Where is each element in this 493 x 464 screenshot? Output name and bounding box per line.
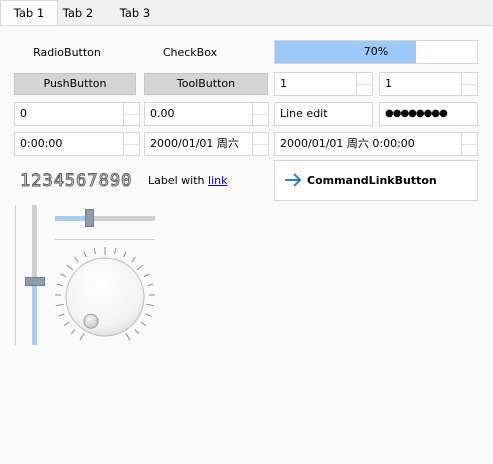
dial-tick [79,333,85,341]
tab-1[interactable]: Tab 1 [0,0,58,27]
double-spin-box-value: 0.00 [150,107,175,120]
datetime-edit[interactable]: 2000/01/01 周六 0:00:00 [274,132,478,156]
checkbox[interactable]: CheckBox [144,41,236,65]
vertical-slider-handle[interactable] [25,277,45,286]
int-spin-box-arrows[interactable] [123,103,139,125]
dial-tick [136,264,144,271]
tab-bar: Tab 1 Tab 2 Tab 3 [0,0,493,27]
password-field[interactable]: ●●●●●●●● [379,102,478,126]
vertical-slider-fill [32,286,37,345]
combo-box-1[interactable]: 1 [274,72,373,96]
dial-tick [125,333,131,341]
dial-tick [145,313,152,317]
dial-tick [83,251,87,258]
dial-tick [131,257,136,263]
combo-box-2-value: 1 [385,77,392,90]
dial-tick [93,248,96,255]
datetime-edit-value: 2000/01/01 周六 0:00:00 [280,137,415,150]
dial-tick [70,329,76,335]
tool-button[interactable]: ToolButton [144,73,268,95]
dial-tick [58,313,65,317]
progress-text: 70% [363,45,389,58]
date-edit[interactable]: 2000/01/01 周六 [144,132,269,156]
label-with-link: Label with link [148,169,227,193]
dial-tick [140,321,147,327]
line-edit[interactable]: Line edit [274,102,373,126]
dial[interactable] [52,244,158,350]
time-edit-arrows[interactable] [123,133,139,155]
time-edit[interactable]: 0:00:00 [14,132,140,156]
dial-tick [55,303,64,307]
dial-tick [56,283,63,287]
link[interactable]: link [208,174,227,187]
combo-box-1-value: 1 [280,77,287,90]
command-link-button[interactable]: CommandLinkButton [274,160,478,201]
push-button[interactable]: PushButton [14,73,136,95]
dial-tick [60,273,67,278]
tab-2[interactable]: Tab 2 [56,2,100,25]
horizontal-slider-handle[interactable] [85,209,94,227]
int-spin-box[interactable]: 0 [14,102,140,126]
combo-box-2[interactable]: 1 [379,72,478,96]
arrow-right-icon [282,169,304,191]
progress-bar: 70% [274,40,478,64]
dial-indicator [83,313,99,329]
dial-tick [146,303,155,307]
dial-tick [74,257,79,263]
tab-3[interactable]: Tab 3 [112,2,158,25]
horizontal-line [55,239,155,240]
dial-tick [63,321,70,327]
vertical-line [15,205,16,345]
label-text: Label with [148,174,205,187]
dial-tick [143,273,150,278]
dial-tick [66,264,74,271]
radio-button[interactable]: RadioButton [14,41,120,65]
dial-tick [114,248,117,255]
combo-box-1-arrow[interactable] [356,73,372,95]
time-edit-value: 0:00:00 [20,137,63,150]
date-edit-arrows[interactable] [252,133,268,155]
command-link-label: CommandLinkButton [307,174,437,187]
vertical-slider[interactable] [25,205,45,345]
dial-graphic [55,247,155,341]
lcd-number: 1234567890 [20,171,133,192]
datetime-edit-arrows[interactable] [461,133,477,155]
horizontal-slider[interactable] [55,208,155,228]
dial-tick [134,329,140,335]
double-spin-box[interactable]: 0.00 [144,102,269,126]
date-edit-value: 2000/01/01 周六 [150,137,239,150]
dial-tick [123,251,127,258]
dial-tick [147,283,154,287]
horizontal-slider-fill [55,216,85,221]
combo-box-2-arrow[interactable] [461,73,477,95]
int-spin-box-value: 0 [20,107,27,120]
double-spin-box-arrows[interactable] [252,103,268,125]
